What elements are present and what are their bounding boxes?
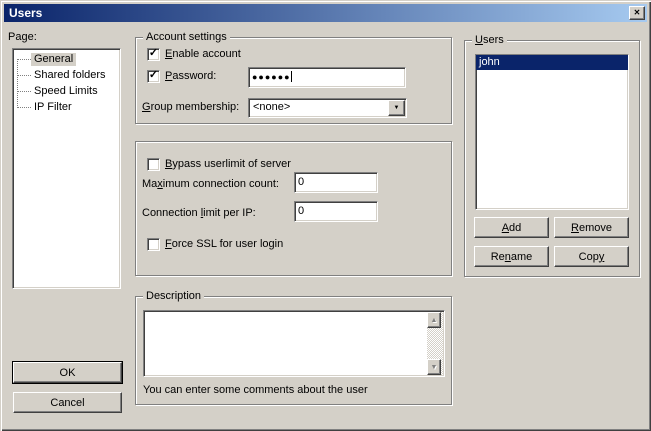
- tree-item-label: Speed Limits: [31, 85, 101, 98]
- password-input[interactable]: ●●●●●●: [248, 67, 406, 88]
- ok-button[interactable]: OK: [13, 362, 122, 383]
- tree-item-label: IP Filter: [31, 101, 75, 114]
- tree-item-shared-folders[interactable]: Shared folders: [13, 67, 120, 83]
- checkbox-box: [147, 238, 160, 251]
- password-value: ●●●●●●: [252, 72, 291, 82]
- per-ip-limit-input[interactable]: 0: [294, 201, 378, 222]
- copy-user-button[interactable]: Copy: [554, 246, 629, 267]
- tree-item-ip-filter[interactable]: IP Filter: [13, 99, 120, 115]
- page-label: Page:: [8, 31, 37, 44]
- close-button[interactable]: ✕: [629, 6, 645, 20]
- force-ssl-label: Force SSL for user login: [165, 238, 283, 250]
- check-icon: ✓: [149, 49, 158, 58]
- max-connection-label: Maximum connection count:: [142, 178, 279, 191]
- password-label: Password:: [165, 70, 216, 82]
- title-bar[interactable]: Users ✕: [4, 4, 647, 22]
- users-dialog: Users ✕ Page: General Shared folders Spe…: [0, 0, 651, 431]
- description-group: Description ▲ ▼ You can enter some comme…: [135, 296, 452, 405]
- tree-connector: [17, 75, 31, 76]
- max-connection-value: 0: [298, 176, 304, 188]
- force-ssl-checkbox[interactable]: Force SSL for user login: [147, 237, 283, 251]
- arrow-up-icon: ▲: [431, 317, 438, 324]
- arrow-down-icon: ▼: [431, 364, 438, 371]
- text-caret: [291, 71, 292, 82]
- chevron-down-icon: ▼: [394, 105, 400, 111]
- tree-item-label: Shared folders: [31, 69, 109, 82]
- enable-account-checkbox[interactable]: ✓ Enable account: [147, 47, 241, 61]
- account-settings-title: Account settings: [143, 31, 230, 43]
- description-scrollbar[interactable]: ▲ ▼: [427, 312, 443, 375]
- tree-connector: [17, 107, 31, 108]
- combo-dropdown-button[interactable]: ▼: [388, 100, 405, 116]
- tree-connector: [17, 91, 31, 92]
- rename-user-button[interactable]: Rename: [474, 246, 549, 267]
- checkbox-box: ✓: [147, 48, 160, 61]
- bypass-userlimit-label: Bypass userlimit of server: [165, 158, 291, 170]
- user-list-item[interactable]: john: [476, 55, 628, 70]
- checkbox-box: ✓: [147, 70, 160, 83]
- users-group: Users john Add Remove Rename Copy: [464, 40, 640, 277]
- group-membership-select[interactable]: <none> ▼: [248, 98, 407, 118]
- add-user-button[interactable]: Add: [474, 217, 549, 238]
- remove-user-button[interactable]: Remove: [554, 217, 629, 238]
- tree-item-speed-limits[interactable]: Speed Limits: [13, 83, 120, 99]
- password-checkbox[interactable]: ✓ Password:: [147, 69, 216, 83]
- tree-item-general[interactable]: General: [13, 51, 120, 67]
- max-connection-input[interactable]: 0: [294, 172, 378, 193]
- bypass-userlimit-checkbox[interactable]: Bypass userlimit of server: [147, 157, 291, 171]
- description-hint: You can enter some comments about the us…: [143, 384, 368, 397]
- description-textarea[interactable]: ▲ ▼: [143, 310, 445, 377]
- per-ip-limit-value: 0: [298, 205, 304, 217]
- cancel-button[interactable]: Cancel: [13, 392, 122, 413]
- users-group-title: Users: [472, 34, 507, 46]
- users-list[interactable]: john: [475, 54, 629, 210]
- per-ip-limit-label: Connection limit per IP:: [142, 207, 256, 220]
- enable-account-label: Enable account: [165, 48, 241, 60]
- check-icon: ✓: [149, 71, 158, 80]
- window-title: Users: [4, 6, 42, 20]
- tree-connector: [17, 59, 31, 60]
- description-title: Description: [143, 290, 204, 302]
- account-settings-group: Account settings ✓ Enable account ✓ Pass…: [135, 37, 452, 124]
- scroll-up-button[interactable]: ▲: [427, 312, 441, 328]
- close-icon: ✕: [634, 8, 641, 17]
- group-membership-value: <none>: [253, 101, 290, 114]
- connection-limits-group: Bypass userlimit of server Maximum conne…: [135, 141, 452, 276]
- group-membership-label: Group membership:: [142, 101, 239, 114]
- checkbox-box: [147, 158, 160, 171]
- scroll-down-button[interactable]: ▼: [427, 359, 441, 375]
- page-tree[interactable]: General Shared folders Speed Limits IP F…: [12, 48, 121, 289]
- tree-item-label: General: [31, 53, 76, 66]
